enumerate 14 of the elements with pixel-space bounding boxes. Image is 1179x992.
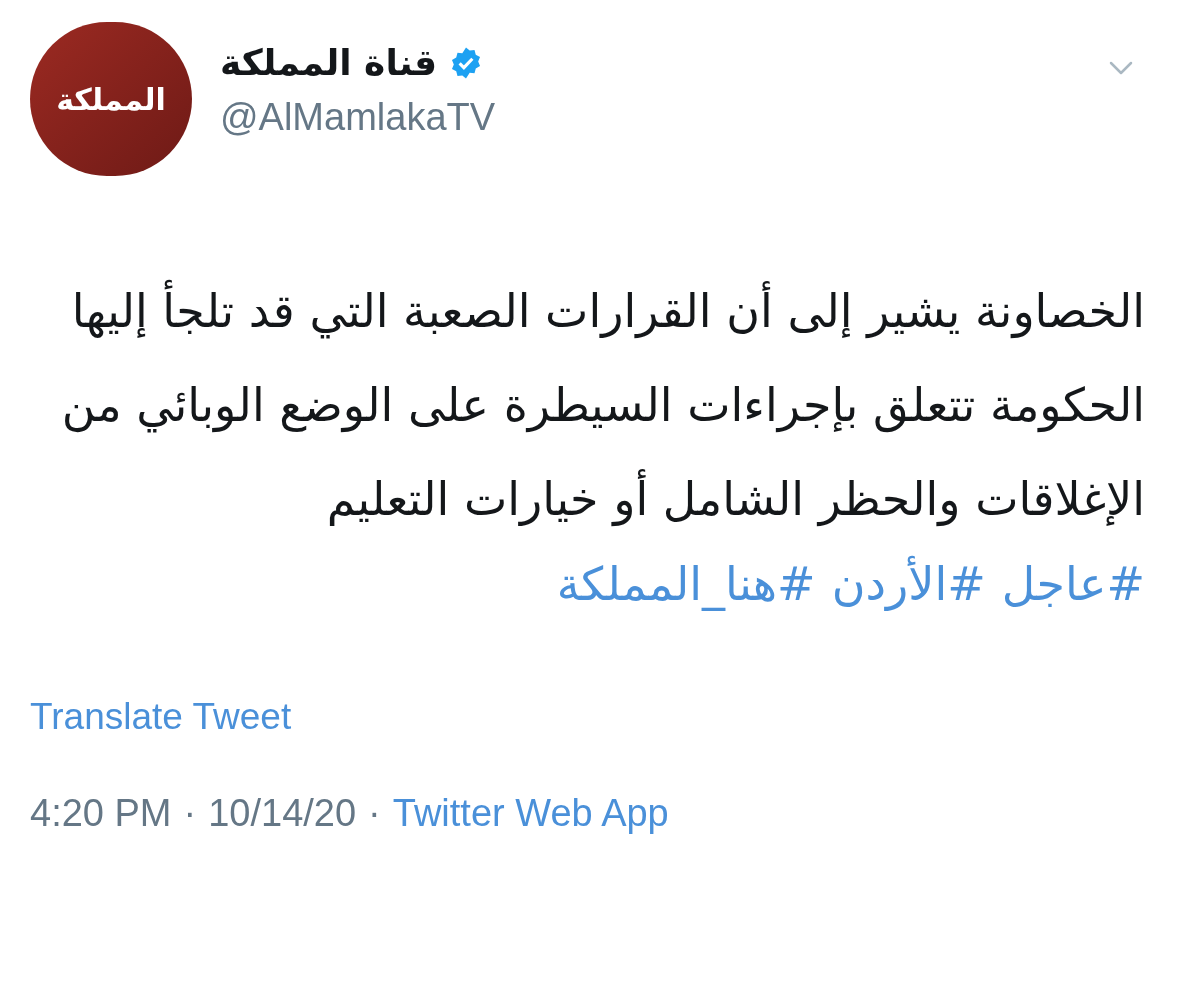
account-name: قناة المملكة — [220, 41, 438, 85]
tweet-time: 4:20 PM — [30, 790, 172, 836]
separator-dot: · — [183, 790, 197, 836]
account-handle: @AlMamlakaTV — [220, 95, 496, 140]
tweet-date: 10/14/20 — [208, 790, 357, 836]
logo-text: المملكة — [56, 80, 166, 119]
source-link[interactable]: Twitter Web App — [392, 784, 669, 842]
hashtag-link[interactable]: #الأردن — [831, 550, 986, 619]
separator-dot: · — [368, 790, 381, 836]
tweet-text: الخصاونة يشير إلى أن القرارات الصعبة التي قد تلجأ إليها الحكومة تتعلق بإجراءات السيطرة على الوضع الوبائي من الإغلاقات والحظر الشامل أو خيارات التعليم — [30, 264, 1149, 546]
avatar[interactable]: المملكة — [30, 22, 192, 176]
hashtag-link[interactable]: #هنا_المملكة — [556, 550, 816, 619]
hashtag-link[interactable]: #عاجل — [1001, 550, 1145, 619]
translate-tweet-link[interactable]: Translate Tweet — [30, 689, 1149, 745]
